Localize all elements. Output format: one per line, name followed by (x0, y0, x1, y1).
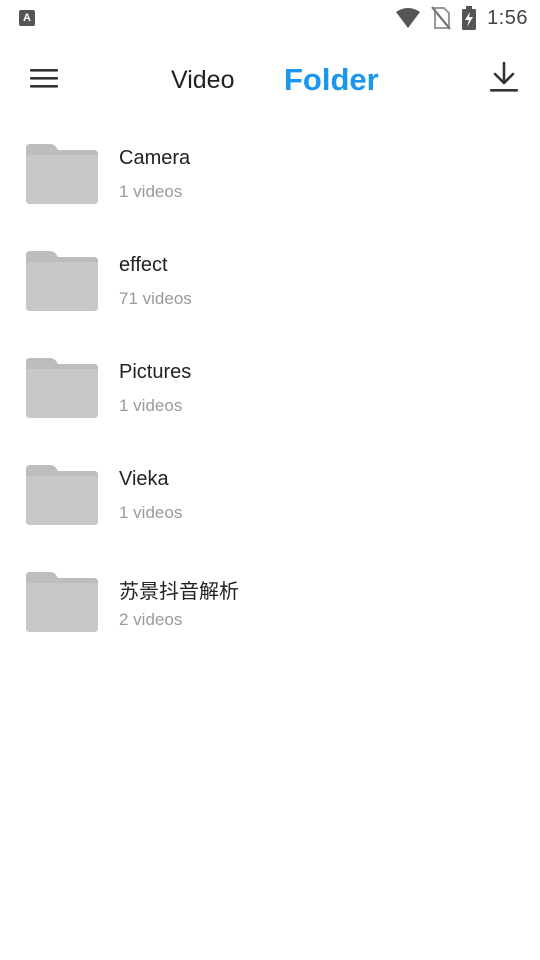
wifi-icon (396, 8, 421, 28)
folder-video-count: 1 videos (119, 396, 183, 415)
status-bar: A 1:56 (0, 0, 540, 36)
folder-video-count: 71 videos (119, 289, 192, 308)
folder-video-count: 1 videos (119, 182, 183, 201)
hamburger-menu-icon (30, 69, 58, 88)
folder-icon (26, 144, 98, 204)
tab-video[interactable]: Video (171, 58, 235, 102)
menu-button[interactable] (24, 60, 64, 100)
no-sim-icon (431, 6, 451, 30)
folder-video-count: 1 videos (119, 503, 183, 522)
folder-item[interactable]: Camera 1 videos (0, 127, 540, 234)
a-letter-icon: A (19, 10, 35, 26)
folder-video-count: 2 videos (119, 610, 183, 629)
folder-name: Vieka (119, 468, 169, 490)
battery-charging-icon (462, 6, 477, 30)
folder-name: 苏景抖音解析 (119, 581, 239, 603)
folder-list: Camera 1 videos effect 71 videos Picture… (0, 127, 540, 662)
folder-item[interactable]: effect 71 videos (0, 234, 540, 341)
folder-icon (26, 358, 98, 418)
folder-name: Pictures (119, 361, 192, 383)
status-time: 1:56 (487, 6, 528, 29)
folder-icon (26, 465, 98, 525)
status-icons: 1:56 (395, 5, 528, 31)
download-icon (490, 61, 518, 92)
folder-icon (26, 572, 98, 632)
tab-folder[interactable]: Folder (284, 58, 379, 102)
folder-item[interactable]: Pictures 1 videos (0, 341, 540, 448)
folder-icon (26, 251, 98, 311)
folder-item[interactable]: 苏景抖音解析 2 videos (0, 555, 540, 662)
download-button[interactable] (484, 58, 524, 98)
folder-name: Camera (119, 147, 191, 169)
folder-item[interactable]: Vieka 1 videos (0, 448, 540, 555)
folder-name: effect (119, 254, 168, 276)
toolbar: Video Folder (0, 40, 540, 120)
